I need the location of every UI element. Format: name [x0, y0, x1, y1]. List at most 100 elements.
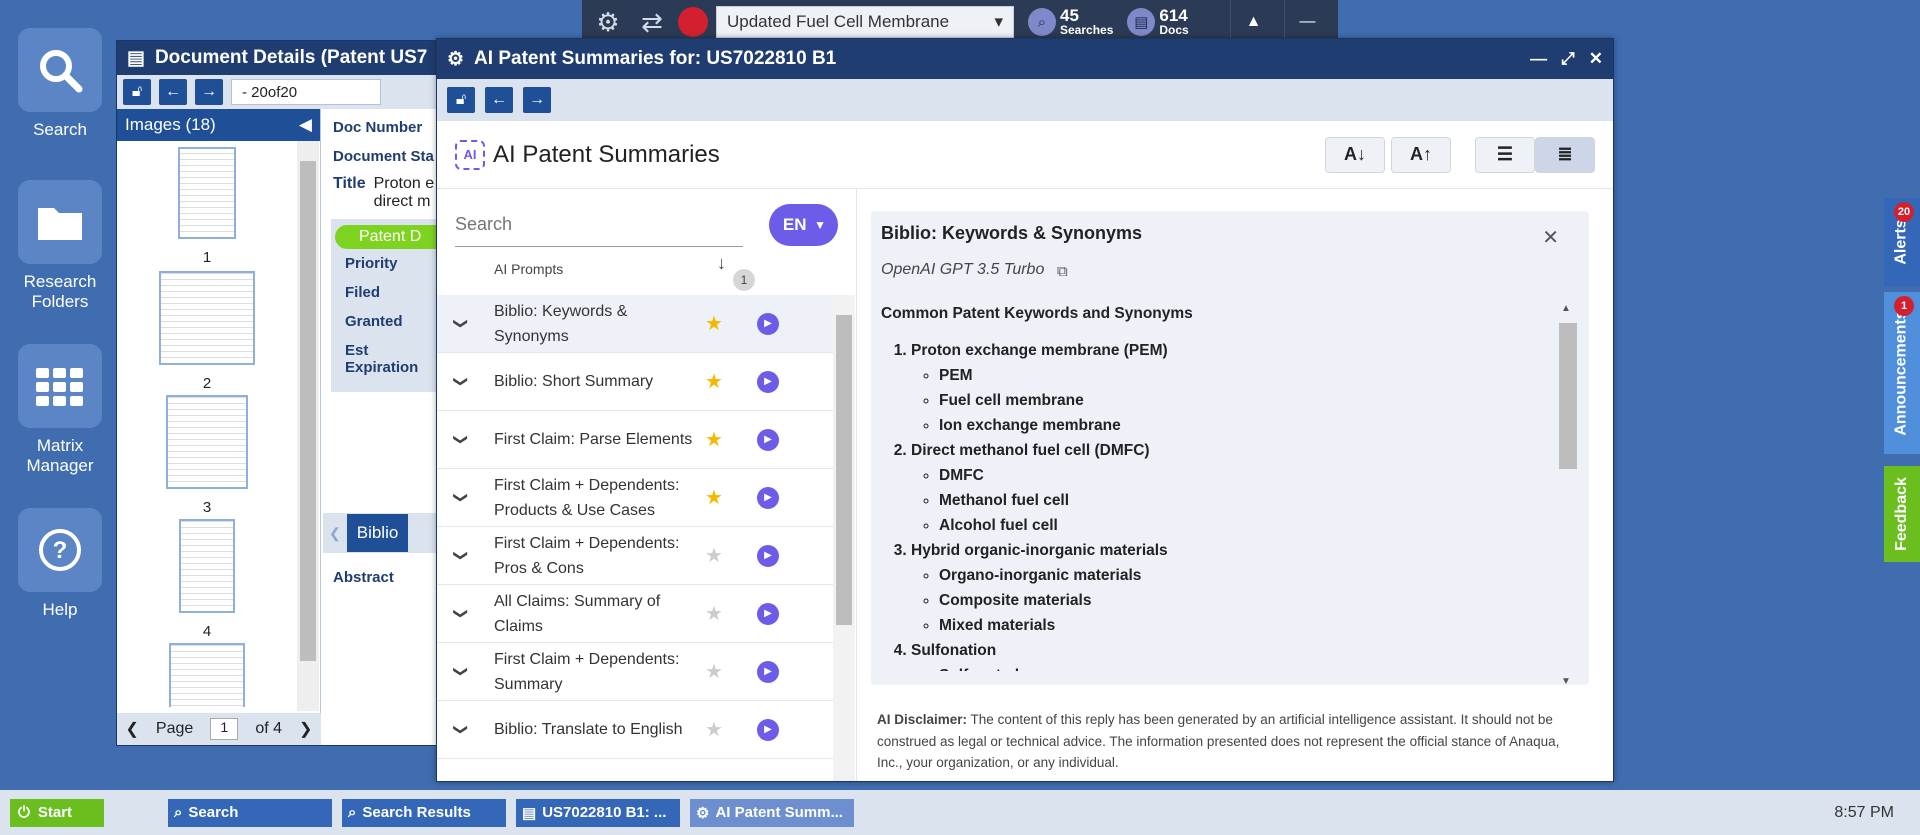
- gear-icon[interactable]: ⚙: [590, 4, 626, 40]
- announcements-badge: 1: [1894, 296, 1914, 316]
- image-thumbnail[interactable]: 4: [117, 519, 297, 640]
- run-prompt-icon[interactable]: ▶: [757, 486, 779, 509]
- back-arrow-icon[interactable]: ←: [485, 87, 513, 113]
- scroll-down-icon[interactable]: ▼: [1561, 676, 1571, 687]
- task-search[interactable]: ⌕ Search: [168, 798, 332, 827]
- prompts-scrollbar[interactable]: [833, 295, 855, 781]
- desktop-help[interactable]: ? Help: [0, 508, 120, 620]
- favorite-star-icon[interactable]: ★: [699, 311, 729, 336]
- desktop-research-folders[interactable]: Research Folders: [0, 180, 120, 312]
- scroll-up-icon[interactable]: ▲: [1561, 303, 1571, 314]
- prompt-row[interactable]: ❯ All Claims: Summary of Claims ★ ▶: [437, 585, 833, 643]
- svg-text:?: ?: [53, 537, 68, 564]
- alerts-tab-label: Alerts: [1893, 219, 1911, 265]
- next-page-icon[interactable]: ❯: [299, 719, 312, 739]
- ai-header-title: AI Patent Summaries: [493, 140, 720, 168]
- start-button[interactable]: ⏻ Start: [10, 798, 104, 827]
- expand-chevron-icon[interactable]: ❯: [453, 648, 470, 696]
- prompt-row[interactable]: ❯ Biblio: Short Summary ★ ▶: [437, 353, 833, 411]
- image-thumbnail[interactable]: 3: [117, 395, 297, 516]
- forward-arrow-icon[interactable]: →: [195, 79, 223, 105]
- image-thumbnail[interactable]: 2: [117, 271, 297, 392]
- favorite-star-icon[interactable]: ★: [699, 485, 729, 510]
- run-prompt-icon[interactable]: ▶: [757, 312, 779, 335]
- images-scrollbar[interactable]: [297, 141, 319, 711]
- prompt-row[interactable]: ❯ First Claim + Dependents: Summary ★ ▶: [437, 643, 833, 701]
- page-input[interactable]: 1: [210, 718, 239, 740]
- favorite-star-icon[interactable]: ★: [699, 427, 729, 452]
- desktop-search[interactable]: Search: [0, 28, 120, 140]
- searches-counter[interactable]: ⌕ 45 Searches: [1028, 7, 1113, 36]
- compact-view-icon[interactable]: ≣: [1535, 136, 1595, 173]
- expand-chevron-icon[interactable]: ❯: [453, 416, 470, 464]
- back-arrow-icon[interactable]: ←: [159, 79, 187, 105]
- prompt-row[interactable]: ❯ Biblio: Translate to English ★ ▶: [437, 701, 833, 759]
- expand-chevron-icon[interactable]: ❯: [453, 532, 470, 580]
- document-status-label: Document Sta: [333, 148, 434, 165]
- favorite-star-icon[interactable]: ★: [699, 601, 729, 626]
- prompt-label: All Claims: Summary of Claims: [494, 592, 661, 635]
- favorite-star-icon[interactable]: ★: [699, 717, 729, 742]
- sort-arrow-icon[interactable]: ↓: [717, 253, 726, 274]
- thumbnail-label: 3: [202, 499, 212, 516]
- run-prompt-icon[interactable]: ▶: [757, 428, 779, 451]
- tab-biblio[interactable]: Biblio: [346, 514, 409, 552]
- synonym-item: DMFC: [939, 463, 1541, 488]
- task-ai-summaries[interactable]: ⚙ AI Patent Summ...: [690, 798, 854, 827]
- forward-arrow-icon[interactable]: →: [523, 87, 551, 113]
- tab-scroll-left-icon[interactable]: ❮: [329, 525, 341, 542]
- task-label: AI Patent Summ...: [715, 804, 843, 821]
- search-select[interactable]: Updated Fuel Cell Membrane ▾: [716, 6, 1014, 38]
- language-select[interactable]: EN ▼: [768, 204, 838, 246]
- lock-icon[interactable]: 🔓︎: [123, 79, 151, 105]
- run-prompt-icon[interactable]: ▶: [757, 718, 779, 741]
- close-icon[interactable]: ✕: [1542, 225, 1559, 250]
- run-prompt-icon[interactable]: ▶: [757, 660, 779, 683]
- task-search-results[interactable]: ⌕ Search Results: [342, 798, 506, 827]
- favorite-star-icon[interactable]: ★: [699, 543, 729, 568]
- language-value: EN: [782, 215, 807, 234]
- lock-icon[interactable]: 🔓︎: [447, 87, 475, 113]
- document-details-window: ▤ Document Details (Patent US7 🔓︎ ← → - …: [116, 40, 455, 746]
- prompt-row[interactable]: ❯ Biblio: Keywords & Synonyms ★ ▶: [437, 295, 833, 353]
- expand-chevron-icon[interactable]: ❯: [453, 474, 470, 522]
- decrease-font-button[interactable]: A↓: [1325, 136, 1385, 173]
- prompt-row[interactable]: ❯ First Claim: Parse Elements ★ ▶: [437, 411, 833, 469]
- feedback-tab[interactable]: Feedback: [1884, 466, 1920, 562]
- expand-chevron-icon[interactable]: ❯: [453, 706, 470, 754]
- feedback-tab-label: Feedback: [1893, 477, 1910, 551]
- run-prompt-icon[interactable]: ▶: [757, 544, 779, 567]
- close-icon[interactable]: ✕: [1589, 49, 1603, 69]
- minimize-icon[interactable]: —: [1530, 49, 1547, 69]
- run-prompt-icon[interactable]: ▶: [757, 602, 779, 625]
- prompt-row[interactable]: ❯ First Claim + Dependents: Products & Us…: [437, 469, 833, 527]
- desktop-matrix-manager[interactable]: Matrix Manager: [0, 344, 120, 476]
- expand-chevron-icon[interactable]: ❯: [453, 300, 470, 348]
- favorite-star-icon[interactable]: ★: [699, 659, 729, 684]
- increase-font-button[interactable]: A↑: [1391, 136, 1451, 173]
- desktop-help-label: Help: [42, 600, 78, 619]
- favorite-star-icon[interactable]: ★: [699, 369, 729, 394]
- images-header[interactable]: Images (18) ◀: [117, 109, 320, 141]
- task-document-details[interactable]: ▤ US7022810 B1: ...: [516, 798, 680, 827]
- maximize-icon[interactable]: ⤢: [1561, 49, 1575, 69]
- image-thumbnail[interactable]: [117, 643, 297, 707]
- run-prompt-icon[interactable]: ▶: [757, 370, 779, 393]
- copy-icon[interactable]: ⧉: [1057, 263, 1068, 280]
- sync-icon[interactable]: ⇄: [634, 4, 670, 40]
- document-position-field[interactable]: - 20of20: [231, 79, 381, 105]
- prompt-search-input[interactable]: [455, 203, 743, 247]
- record-icon[interactable]: [678, 7, 708, 37]
- prev-page-icon[interactable]: ❮: [126, 719, 139, 739]
- alerts-tab[interactable]: Alerts 20: [1884, 198, 1920, 286]
- prompt-row[interactable]: ❯ First Claim + Dependents: Pros & Cons ★ ▶: [437, 527, 833, 585]
- expand-chevron-icon[interactable]: ❯: [453, 358, 470, 406]
- expand-chevron-icon[interactable]: ❯: [453, 590, 470, 638]
- image-thumbnail[interactable]: 1: [117, 147, 297, 266]
- collapse-left-icon[interactable]: ◀: [299, 115, 312, 135]
- synonym-item: Alcohol fuel cell: [939, 513, 1541, 538]
- announcements-tab[interactable]: Announcements 1: [1884, 292, 1920, 454]
- docs-counter[interactable]: ▤ 614 Docs: [1127, 7, 1189, 36]
- result-scrollbar[interactable]: ▲ ▼: [1557, 303, 1577, 687]
- list-view-icon[interactable]: ☰: [1475, 136, 1535, 173]
